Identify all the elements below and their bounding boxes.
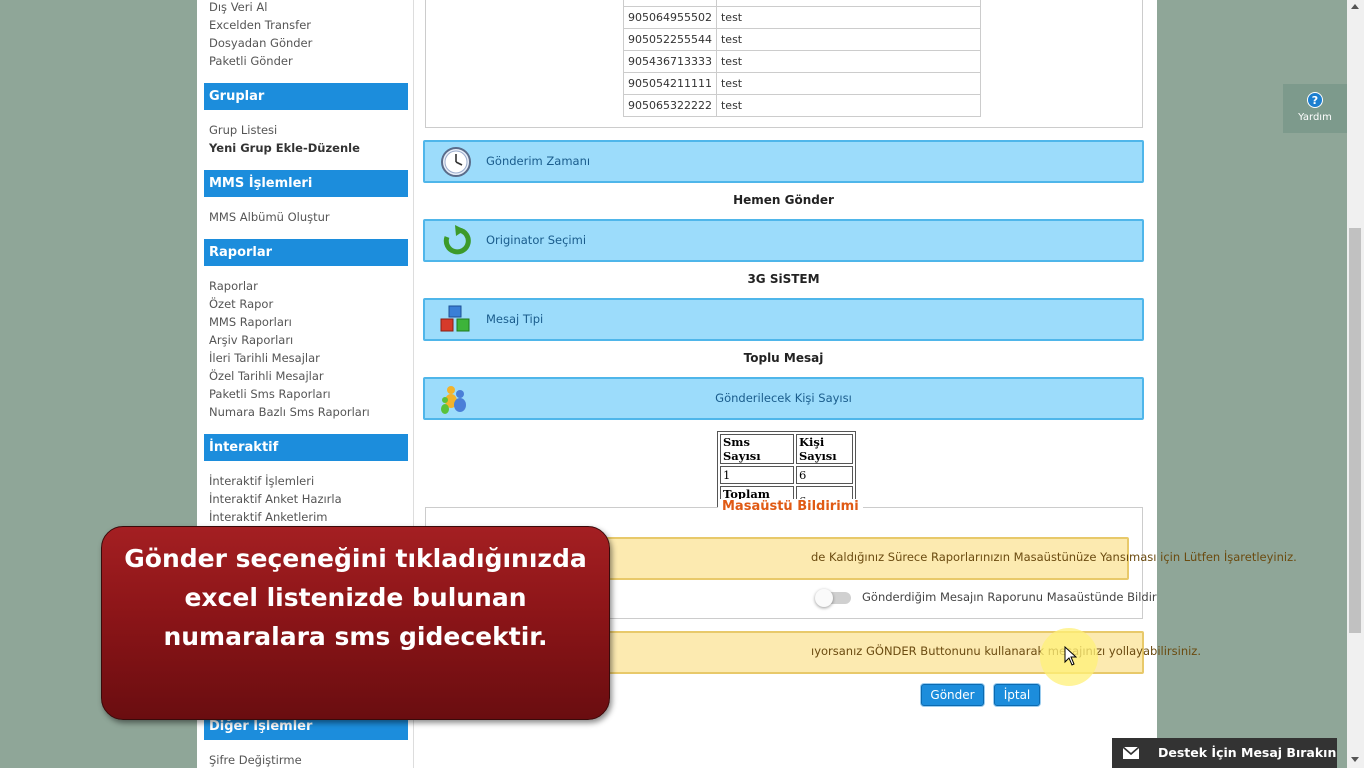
refresh-arrow-icon (443, 225, 471, 255)
page-scrollbar[interactable] (1347, 0, 1364, 768)
scroll-thumb[interactable] (1349, 228, 1361, 633)
sidebar-header-groups: Gruplar (204, 83, 408, 110)
desktop-notification-toggle-label: Gönderdiğim Mesajın Raporunu Masaüstünde… (862, 590, 1157, 604)
message-type-section[interactable]: Mesaj Tipi (423, 298, 1144, 341)
sidebar-item-group-list[interactable]: Grup Listesi (209, 123, 277, 137)
desktop-notification-title: Masaüstü Bildirimi (718, 499, 863, 514)
originator-value: 3G SiSTEM (747, 272, 820, 286)
sidebar-item-interactive-surveys[interactable]: İnteraktif Anketlerim (209, 510, 328, 524)
question-icon: ? (1307, 92, 1323, 108)
message-type-value: Toplu Mesaj (743, 351, 824, 365)
sidebar-item-special-date-messages[interactable]: Özel Tarihli Mesajlar (209, 369, 324, 383)
originator-label: Originator Seçimi (486, 233, 587, 247)
name-cell: test (715, 94, 981, 117)
tutorial-callout-text: Gönder seçeneğini tıkladığınızda excel l… (124, 544, 587, 651)
table-row: 905065322222 test (623, 94, 981, 117)
scroll-down-icon[interactable] (1351, 757, 1359, 762)
sidebar-item-paketli-gonder[interactable]: Paketli Gönder (209, 54, 293, 68)
sidebar-item-package-sms-reports[interactable]: Paketli Sms Raporları (209, 387, 331, 401)
cancel-button[interactable]: İptal (994, 684, 1040, 706)
send-time-section[interactable]: Gönderim Zamanı (423, 140, 1144, 183)
phone-cell: 905436713333 (623, 50, 717, 73)
column-header: Kişi Sayısı (796, 434, 853, 464)
scroll-up-icon[interactable] (1351, 4, 1359, 9)
sidebar-item-reports[interactable]: Raporlar (209, 279, 258, 293)
sidebar-item-summary-report[interactable]: Özet Rapor (209, 297, 273, 311)
clock-icon (441, 147, 471, 177)
table-row: 905052255544 test (623, 28, 981, 51)
table-row: 905064955502 test (623, 6, 981, 29)
name-cell: test (715, 50, 981, 73)
sidebar-item-future-messages[interactable]: İleri Tarihli Mesajlar (209, 351, 320, 365)
person-count-cell: 6 (796, 466, 853, 484)
send-button[interactable]: Gönder (921, 684, 984, 706)
desktop-notification-toggle[interactable] (815, 589, 853, 607)
number-list-box: 905064955502 test 905052255544 test 905436… (425, 0, 1143, 128)
send-time-value: Hemen Gönder (733, 193, 834, 207)
table-row: 1 6 (720, 466, 853, 484)
name-cell: test (715, 28, 981, 51)
help-button[interactable]: ? Yardım (1283, 84, 1347, 133)
support-chat-button[interactable]: Destek İçin Mesaj Bırakın (1112, 738, 1337, 768)
table-row: 905436713333 test (623, 50, 981, 73)
sidebar-header-mms: MMS İşlemleri (204, 170, 408, 197)
sidebar-item-interactive-ops[interactable]: İnteraktif İşlemleri (209, 474, 314, 488)
sidebar-item-interactive-survey[interactable]: İnteraktif Anket Hazırla (209, 492, 342, 506)
sidebar-header-interactive: İnteraktif (204, 434, 408, 461)
support-chat-label: Destek İçin Mesaj Bırakın (1158, 745, 1337, 760)
table-row: 905054211111 test (623, 72, 981, 95)
sidebar-item-number-sms-reports[interactable]: Numara Bazlı Sms Raporları (209, 405, 370, 419)
toggle-knob (815, 589, 833, 607)
mouse-cursor-icon (1064, 646, 1077, 666)
sidebar-header-reports: Raporlar (204, 239, 408, 266)
sidebar-item-archive-reports[interactable]: Arşiv Raporları (209, 333, 293, 347)
sidebar-item-dosyadan-gonder[interactable]: Dosyadan Gönder (209, 36, 312, 50)
svg-text:?: ? (1312, 94, 1318, 107)
send-notice-text: ıyorsanız GÖNDER Buttonunu kullanarak me… (811, 644, 1201, 658)
sidebar-item-new-group[interactable]: Yeni Grup Ekle-Düzenle (209, 141, 360, 155)
phone-cell: 905065322222 (623, 94, 717, 117)
help-label: Yardım (1298, 112, 1332, 123)
envelope-icon (1123, 747, 1139, 759)
numbers-table: 905064955502 test 905052255544 test 905436… (623, 0, 981, 117)
cubes-icon (440, 305, 470, 332)
originator-section[interactable]: Originator Seçimi (423, 219, 1144, 262)
desktop-notification-notice-text: de Kaldığınız Sürece Raporlarınızın Masa… (811, 550, 1297, 564)
recipient-count-section[interactable]: Gönderilecek Kişi Sayısı (423, 377, 1144, 420)
table-row: Sms Sayısı Kişi Sayısı (720, 434, 853, 464)
message-type-label: Mesaj Tipi (486, 312, 544, 326)
phone-cell: 905052255544 (623, 28, 717, 51)
name-cell: test (715, 6, 981, 29)
sidebar-item-change-password[interactable]: Şifre Değiştirme (209, 753, 302, 767)
sidebar-item-dis-veri-al[interactable]: Dış Veri Al (209, 0, 267, 14)
sidebar-item-excelden-transfer[interactable]: Excelden Transfer (209, 18, 311, 32)
recipient-count-label: Gönderilecek Kişi Sayısı (715, 391, 852, 405)
name-cell: test (715, 72, 981, 95)
send-time-label: Gönderim Zamanı (486, 154, 591, 168)
phone-cell: 905064955502 (623, 6, 717, 29)
sms-count-cell: 1 (720, 466, 794, 484)
tutorial-callout: Gönder seçeneğini tıkladığınızda excel l… (101, 526, 610, 720)
sidebar-item-mms-album[interactable]: MMS Albümü Oluştur (209, 210, 330, 224)
sidebar-item-mms-reports[interactable]: MMS Raporları (209, 315, 292, 329)
phone-cell: 905054211111 (623, 72, 717, 95)
column-header: Sms Sayısı (720, 434, 794, 464)
